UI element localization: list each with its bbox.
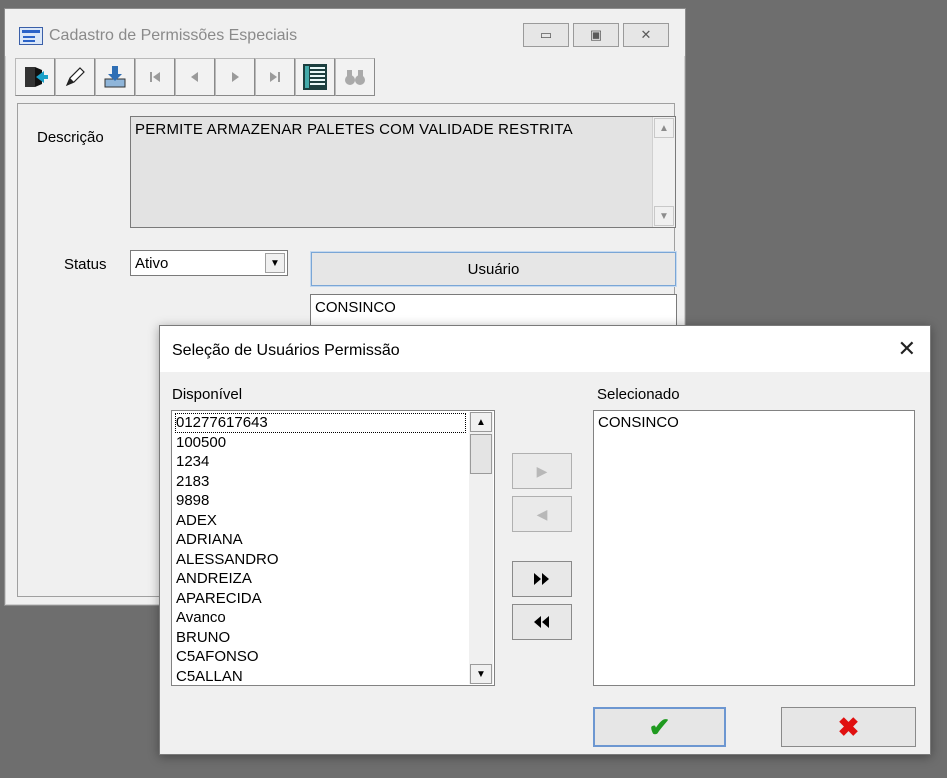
checkmark-icon: ✔ [648, 711, 671, 742]
status-select[interactable]: Ativo ▼ [130, 250, 288, 276]
status-label: Status [64, 256, 107, 273]
first-record-icon [150, 72, 160, 82]
double-left-icon [534, 616, 549, 628]
cancel-button[interactable]: ✖ [781, 707, 916, 747]
last-record-button[interactable] [255, 58, 295, 96]
add-all-button[interactable] [512, 561, 572, 597]
main-window-titlebar: Cadastro de Permissões Especiais ▭ ▣ ✕ [5, 9, 685, 56]
minimize-button[interactable]: ▭ [523, 23, 569, 47]
toolbar [15, 58, 399, 98]
list-item[interactable]: ALESSANDRO [175, 550, 466, 570]
main-window-title: Cadastro de Permissões Especiais [49, 27, 298, 44]
list-item[interactable]: 2183 [175, 472, 466, 492]
selecionado-items: CONSINCO [597, 413, 679, 433]
chevron-down-icon[interactable]: ▼ [265, 253, 285, 273]
descricao-text: PERMITE ARMAZENAR PALETES COM VALIDADE R… [135, 121, 573, 138]
list-item[interactable]: 9898 [175, 491, 466, 511]
search-button[interactable] [335, 58, 375, 96]
cross-icon: ✖ [837, 711, 860, 742]
remove-all-button[interactable] [512, 604, 572, 640]
binoculars-icon [345, 70, 365, 85]
disponivel-items: 01277617643 100500 1234 2183 9898 ADEX ADRIANA… [175, 413, 466, 686]
disponivel-scrollbar[interactable]: ▲ ▼ [469, 412, 493, 684]
descricao-memo[interactable]: PERMITE ARMAZENAR PALETES COM VALIDADE R… [130, 116, 676, 228]
confirm-button[interactable]: ✔ [593, 707, 726, 747]
scroll-down-icon[interactable]: ▼ [654, 206, 674, 226]
dialog-titlebar: Seleção de Usuários Permissão ✕ [160, 326, 930, 372]
next-record-icon [232, 72, 239, 82]
edit-button[interactable] [55, 58, 95, 96]
descricao-label: Descrição [37, 129, 104, 146]
previous-record-icon [191, 72, 198, 82]
save-download-icon [104, 66, 126, 88]
first-record-button[interactable] [135, 58, 175, 96]
dialog-title: Seleção de Usuários Permissão [172, 342, 400, 359]
last-record-icon [270, 72, 280, 82]
selecionado-listbox[interactable]: CONSINCO [593, 410, 915, 686]
double-right-icon [534, 573, 549, 585]
usuario-button[interactable]: Usuário [310, 251, 677, 287]
list-item[interactable]: C5AFONSO [175, 647, 466, 667]
exit-button[interactable] [15, 58, 55, 96]
list-item[interactable]: APARECIDA [175, 589, 466, 609]
add-one-button[interactable]: ▶ [512, 453, 572, 489]
list-item[interactable]: 1234 [175, 452, 466, 472]
save-button[interactable] [95, 58, 135, 96]
close-button[interactable]: ✕ [623, 23, 669, 47]
previous-record-button[interactable] [175, 58, 215, 96]
disponivel-listbox[interactable]: 01277617643 100500 1234 2183 9898 ADEX ADRIANA… [171, 410, 495, 686]
user-selection-dialog: Seleção de Usuários Permissão ✕ Disponív… [159, 325, 931, 755]
close-icon[interactable]: ✕ [898, 338, 916, 360]
disponivel-label: Disponível [172, 386, 243, 403]
list-item[interactable]: 01277617643 [175, 413, 466, 433]
list-item[interactable]: Avanco [175, 608, 466, 628]
list-item[interactable]: ADEX [175, 511, 466, 531]
scroll-up-icon[interactable]: ▲ [470, 412, 492, 432]
remove-one-button[interactable]: ◀ [512, 496, 572, 532]
grid-list-icon [303, 64, 327, 90]
memo-scrollbar[interactable]: ▲ ▼ [652, 117, 675, 227]
grid-list-button[interactable] [295, 58, 335, 96]
scroll-thumb[interactable] [470, 434, 492, 474]
list-item[interactable]: 100500 [175, 433, 466, 453]
list-item[interactable]: ADRIANA [175, 530, 466, 550]
form-icon [19, 27, 43, 45]
list-item[interactable]: ANDREIZA [175, 569, 466, 589]
maximize-button[interactable]: ▣ [573, 23, 619, 47]
list-item[interactable]: CONSINCO [315, 299, 396, 316]
pencil-icon [65, 67, 85, 87]
list-item[interactable]: BRUNO [175, 628, 466, 648]
next-record-button[interactable] [215, 58, 255, 96]
list-item[interactable]: C5ALLAN [175, 667, 466, 686]
scroll-up-icon[interactable]: ▲ [654, 118, 674, 138]
status-value: Ativo [135, 255, 169, 272]
scroll-down-icon[interactable]: ▼ [470, 664, 492, 684]
exit-door-icon [25, 67, 48, 87]
list-item[interactable]: CONSINCO [597, 413, 679, 433]
selecionado-label: Selecionado [597, 386, 680, 403]
